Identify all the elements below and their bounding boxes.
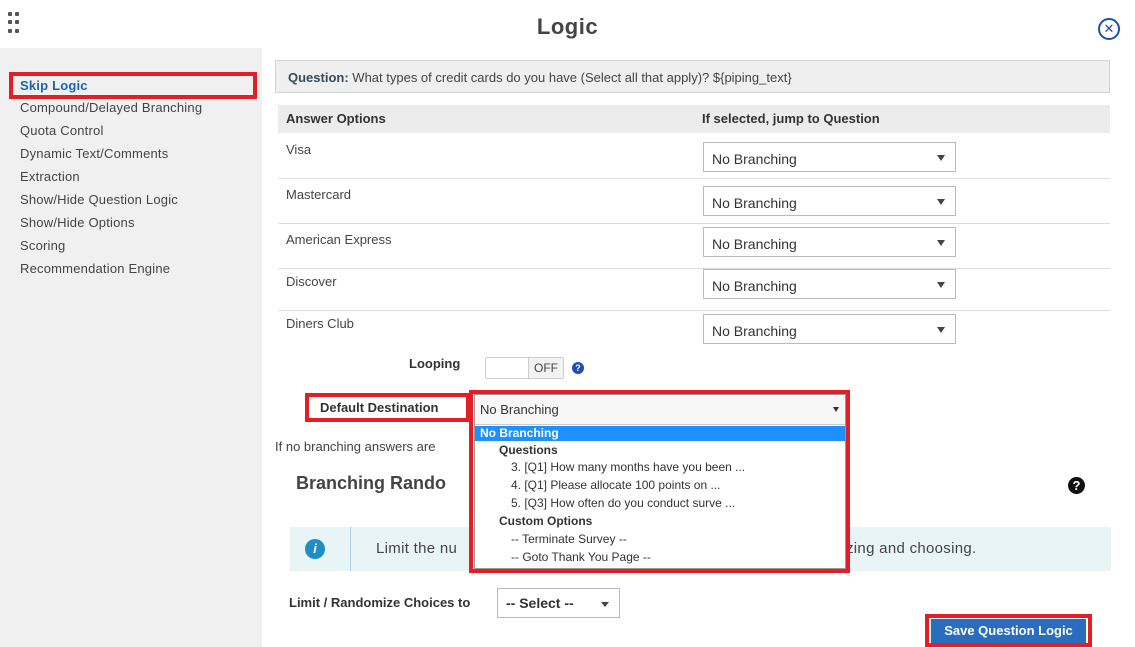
table-row: Diners Club No Branching [278, 308, 1110, 353]
branching-randomization-title: Branching Rando [296, 473, 447, 493]
chevron-down-icon [937, 327, 945, 333]
divider [350, 527, 351, 571]
highlight-skip-logic [9, 72, 257, 99]
toggle-state: OFF [528, 358, 563, 378]
table-row: Mastercard No Branching [278, 179, 1110, 224]
question-box: Question: What types of credit cards do … [275, 60, 1110, 93]
jump-select-value: No Branching [712, 323, 797, 339]
close-icon[interactable]: ✕ [1098, 18, 1120, 40]
col-jump-to: If selected, jump to Question [702, 111, 880, 126]
default-destination-label: Default Destination [320, 400, 439, 415]
dialog-title: Logic [536, 14, 599, 39]
sidebar-item-compound-branching[interactable]: Compound/Delayed Branching [20, 100, 202, 115]
table-row: Visa No Branching [278, 134, 1110, 179]
chevron-down-icon [937, 282, 945, 288]
toggle-knob [486, 358, 526, 378]
sidebar-item-quota-control[interactable]: Quota Control [20, 123, 104, 138]
jump-select[interactable]: No Branching [703, 269, 956, 299]
limit-select[interactable]: -- Select -- [497, 588, 620, 618]
jump-select[interactable]: No Branching [703, 314, 956, 344]
jump-select-value: No Branching [712, 195, 797, 211]
limit-select-value: -- Select -- [506, 595, 574, 611]
jump-select-value: No Branching [712, 151, 797, 167]
looping-label: Looping [409, 356, 461, 371]
jump-select-value: No Branching [712, 278, 797, 294]
answer-label: Discover [286, 274, 337, 289]
sidebar-item-show-hide-options[interactable]: Show/Hide Options [20, 215, 135, 230]
help-icon[interactable]: ? [572, 362, 584, 374]
jump-select[interactable]: No Branching [703, 142, 956, 172]
table-row: American Express No Branching [278, 224, 1110, 269]
sidebar: Skip Logic Compound/Delayed Branching Qu… [0, 48, 262, 647]
sidebar-item-recommendation-engine[interactable]: Recommendation Engine [20, 261, 170, 276]
help-icon[interactable]: ? [1068, 477, 1085, 494]
question-text: What types of credit cards do you have (… [352, 70, 792, 85]
highlight-dropdown [469, 390, 850, 573]
answer-label: Mastercard [286, 187, 352, 202]
table-header: Answer Options If selected, jump to Ques… [278, 105, 1110, 133]
sidebar-item-extraction[interactable]: Extraction [20, 169, 80, 184]
answer-label: Diners Club [286, 316, 354, 331]
if-no-branching-text: If no branching answers are [275, 439, 436, 454]
answer-label: American Express [286, 232, 392, 247]
jump-select[interactable]: No Branching [703, 186, 956, 216]
save-question-logic-button[interactable]: Save Question Logic [931, 619, 1086, 643]
info-text-right: zing and choosing. [846, 540, 977, 557]
dialog-header: Logic ✕ [0, 0, 1135, 52]
limit-label: Limit / Randomize Choices to [289, 595, 471, 610]
chevron-down-icon [937, 155, 945, 161]
info-icon: i [305, 539, 325, 559]
jump-select[interactable]: No Branching [703, 227, 956, 257]
table-row: Discover No Branching [278, 266, 1110, 311]
info-text-left: Limit the nu [376, 540, 458, 557]
chevron-down-icon [937, 240, 945, 246]
sidebar-item-dynamic-text[interactable]: Dynamic Text/Comments [20, 146, 168, 161]
looping-toggle[interactable]: OFF [485, 357, 564, 379]
answer-label: Visa [286, 142, 312, 157]
sidebar-item-show-hide-question[interactable]: Show/Hide Question Logic [20, 192, 178, 207]
col-answer-options: Answer Options [286, 111, 386, 126]
chevron-down-icon [937, 199, 945, 205]
jump-select-value: No Branching [712, 236, 797, 252]
chevron-down-icon [601, 602, 609, 607]
question-prefix: Question: [288, 70, 349, 85]
sidebar-item-scoring[interactable]: Scoring [20, 238, 65, 253]
